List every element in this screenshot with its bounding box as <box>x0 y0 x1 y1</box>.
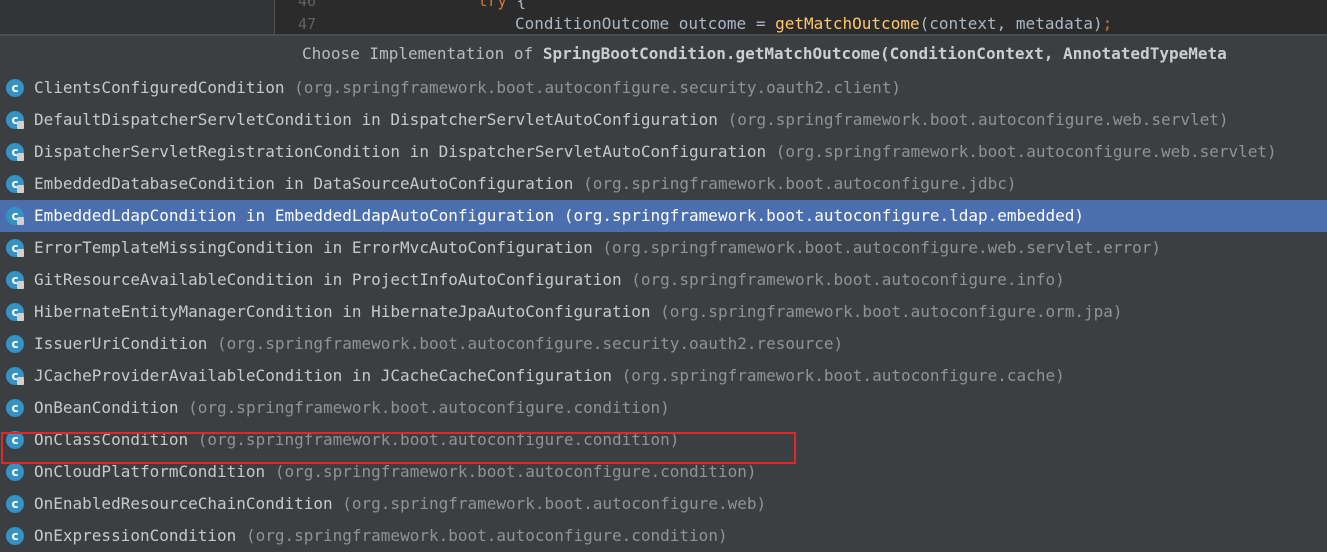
list-item[interactable]: c DispatcherServletRegistrationCondition … <box>0 136 1327 168</box>
list-item[interactable]: c OnEnabledResourceChainCondition (org.sp… <box>0 488 1327 520</box>
package-name: (org.springframework.boot.autoconfigure.… <box>274 462 757 481</box>
package-name: (org.springframework.boot.autoconfigure.… <box>621 366 1065 385</box>
class-icon: c <box>6 399 24 417</box>
class-name: OnBeanCondition <box>34 398 179 417</box>
editor-gutter <box>26 0 275 36</box>
list-item[interactable]: c IssuerUriCondition (org.springframework… <box>0 328 1327 360</box>
class-name: OnEnabledResourceChainCondition <box>34 494 333 513</box>
list-item[interactable]: c ErrorTemplateMissingCondition in ErrorM… <box>0 232 1327 264</box>
class-name: ClientsConfiguredCondition <box>34 78 285 97</box>
class-icon: c <box>6 143 24 161</box>
package-name: (org.springframework.boot.autoconfigure.… <box>188 398 670 417</box>
package-name: (org.springframework.boot.autoconfigure.… <box>217 334 844 353</box>
popup-title-prefix: Choose Implementation of <box>302 44 543 63</box>
class-name: IssuerUriCondition <box>34 334 208 353</box>
class-icon: c <box>6 79 24 97</box>
package-name: (org.springframework.boot.autoconfigure.… <box>245 526 728 545</box>
package-name: (org.springframework.boot.autoconfigure.… <box>602 238 1162 257</box>
list-item[interactable]: c JCacheProviderAvailableCondition in JCa… <box>0 360 1327 392</box>
package-name: (org.springframework.boot.autoconfigure.… <box>631 270 1065 289</box>
method-call: getMatchOutcome <box>775 14 920 33</box>
class-name: JCacheProviderAvailableCondition in JCac… <box>34 366 612 385</box>
choose-implementation-popup: Choose Implementation of SpringBootCondi… <box>0 36 1327 545</box>
list-item[interactable]: c EmbeddedLdapCondition in EmbeddedLdapAu… <box>0 200 1327 232</box>
list-item[interactable]: c ClientsConfiguredCondition (org.springf… <box>0 72 1327 104</box>
class-icon: c <box>6 367 24 385</box>
class-name: DispatcherServletRegistrationCondition i… <box>34 142 767 161</box>
implementation-list: c ClientsConfiguredCondition (org.springf… <box>0 72 1327 552</box>
class-name: OnClassCondition <box>34 430 189 449</box>
class-icon: c <box>6 271 24 289</box>
popup-title-method: SpringBootCondition.getMatchOutcome(Cond… <box>542 44 1227 63</box>
code-line[interactable]: ConditionOutcome outcome = getMatchOutco… <box>515 15 1112 33</box>
class-icon: c <box>6 431 24 449</box>
code-editor: 46 47 try { ConditionOutcome outcome = g… <box>0 0 1327 36</box>
lock-icon <box>17 121 24 129</box>
code-text: ConditionOutcome outcome = <box>515 14 776 33</box>
list-item[interactable]: c OnExpressionCondition (org.springframew… <box>0 520 1327 552</box>
line-number: 46 <box>297 0 316 10</box>
lock-icon <box>17 313 24 321</box>
lock-icon <box>17 217 24 225</box>
class-name: GitResourceAvailableCondition in Project… <box>34 270 622 289</box>
class-icon: c <box>6 175 24 193</box>
package-name: (org.springframework.boot.autoconfigure.… <box>342 494 767 513</box>
class-icon: c <box>6 207 24 225</box>
package-name: (org.springframework.boot.autoconfigure.… <box>775 142 1277 161</box>
class-name: HibernateEntityManagerCondition in Hiber… <box>34 302 651 321</box>
package-name: (org.springframework.boot.autoconfigure.… <box>660 302 1123 321</box>
list-item[interactable]: c OnCloudPlatformCondition (org.springfra… <box>0 456 1327 488</box>
class-icon: c <box>6 239 24 257</box>
class-name: OnExpressionCondition <box>34 526 237 545</box>
package-name: (org.springframework.boot.autoconfigure.… <box>294 78 901 97</box>
class-icon: c <box>6 495 24 513</box>
package-name: (org.springframework.boot.autoconfigure.… <box>563 206 1084 225</box>
package-name: (org.springframework.boot.autoconfigure.… <box>197 430 680 449</box>
code-text: { <box>506 0 527 10</box>
class-name: DefaultDispatcherServletCondition in Dis… <box>34 110 718 129</box>
list-item[interactable]: c GitResourceAvailableCondition in Projec… <box>0 264 1327 296</box>
class-icon: c <box>6 303 24 321</box>
project-pane-edge <box>0 0 26 36</box>
popup-title: Choose Implementation of SpringBootCondi… <box>0 36 1327 72</box>
lock-icon <box>17 153 24 161</box>
list-item[interactable]: c OnBeanCondition (org.springframework.bo… <box>0 392 1327 424</box>
list-item[interactable]: c HibernateEntityManagerCondition in Hibe… <box>0 296 1327 328</box>
list-item[interactable]: c OnClassCondition (org.springframework.b… <box>0 424 1327 456</box>
line-number: 47 <box>297 15 316 33</box>
code-text: (context, metadata) <box>919 14 1103 33</box>
semicolon: ; <box>1102 14 1113 33</box>
class-name: ErrorTemplateMissingCondition in ErrorMv… <box>34 238 593 257</box>
class-name: EmbeddedDatabaseCondition in DataSourceA… <box>34 174 574 193</box>
class-name: OnCloudPlatformCondition <box>34 462 266 481</box>
list-item[interactable]: c DefaultDispatcherServletCondition in Di… <box>0 104 1327 136</box>
code-line[interactable]: try { <box>478 0 526 10</box>
class-icon: c <box>6 335 24 353</box>
class-icon: c <box>6 527 24 545</box>
class-icon: c <box>6 463 24 481</box>
package-name: (org.springframework.boot.autoconfigure.… <box>727 110 1229 129</box>
lock-icon <box>17 249 24 257</box>
list-item[interactable]: c EmbeddedDatabaseCondition in DataSource… <box>0 168 1327 200</box>
lock-icon <box>17 377 24 385</box>
lock-icon <box>17 281 24 289</box>
class-name: EmbeddedLdapCondition in EmbeddedLdapAut… <box>34 206 555 225</box>
package-name: (org.springframework.boot.autoconfigure.… <box>583 174 1017 193</box>
class-icon: c <box>6 111 24 129</box>
keyword: try <box>478 0 507 10</box>
lock-icon <box>17 185 24 193</box>
